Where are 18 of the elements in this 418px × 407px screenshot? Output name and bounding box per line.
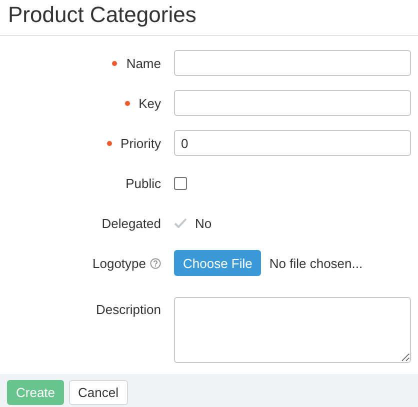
field-label: Priority xyxy=(120,136,161,150)
field-label: Delegated xyxy=(102,216,161,230)
text-field[interactable] xyxy=(174,50,411,76)
help-icon[interactable] xyxy=(150,258,161,268)
file-status: No file chosen... xyxy=(269,256,363,270)
field-label: Name xyxy=(126,56,161,70)
field-label: Logotype xyxy=(92,256,146,270)
checkbox[interactable] xyxy=(174,176,187,190)
text-field[interactable]: 0 xyxy=(174,130,411,156)
field-label: Description xyxy=(96,302,161,317)
cancel-button[interactable]: Cancel xyxy=(69,380,128,405)
field-value: No xyxy=(195,216,212,230)
page-title: Product Categories xyxy=(8,1,196,29)
description-field[interactable] xyxy=(174,297,411,363)
check-icon xyxy=(174,218,187,228)
text-field[interactable] xyxy=(174,90,411,116)
field-label: Key xyxy=(138,96,161,110)
field-label: Public xyxy=(126,176,161,190)
